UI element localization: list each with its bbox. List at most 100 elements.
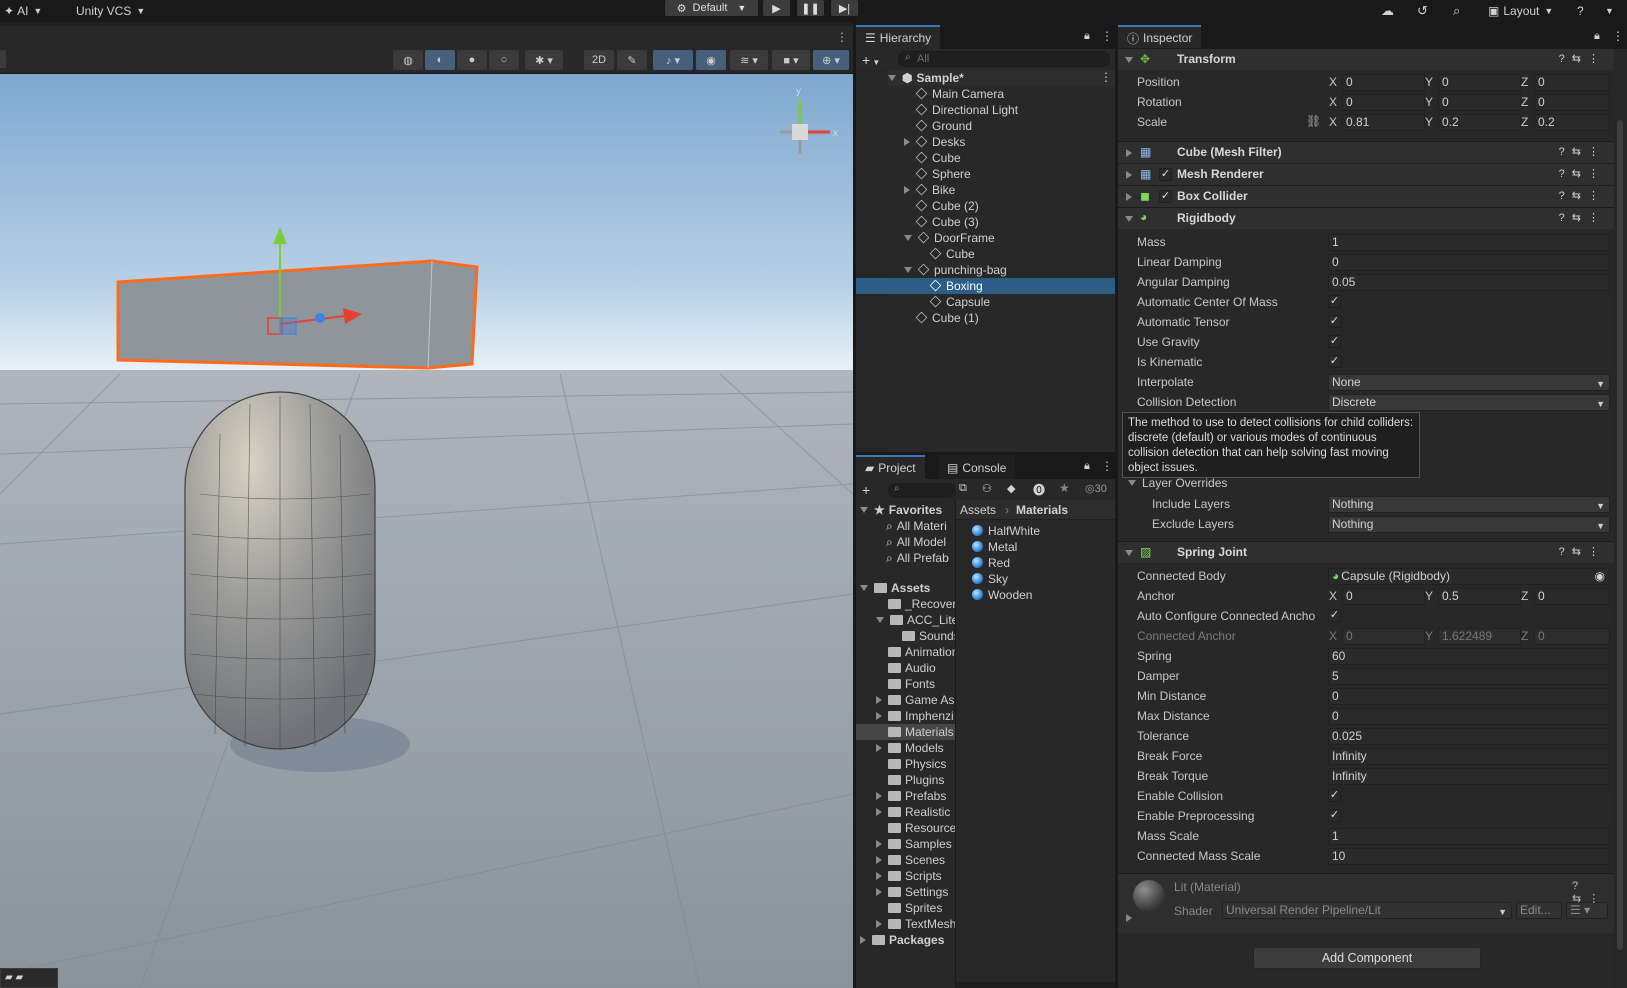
anchor-x-field[interactable]: 0 (1342, 588, 1425, 605)
folder-item[interactable]: Plugins (888, 772, 955, 788)
more-options-icon[interactable]: ⋮ (836, 30, 848, 44)
folder-item-selected[interactable]: Materials (856, 724, 955, 740)
component-menu-icons[interactable]: ?⇆⋮ (1559, 52, 1606, 65)
tab-console[interactable]: ▤ Console (938, 455, 1016, 479)
material-item[interactable]: Sky (972, 571, 1008, 587)
object-picker-icon[interactable]: ◉ (1595, 569, 1605, 584)
fold-closed-icon[interactable] (1126, 914, 1132, 922)
component-menu-icons[interactable]: ?⇆⋮ (1559, 545, 1606, 558)
component-menu-icons[interactable]: ?⇆⋮ (1559, 189, 1606, 202)
hierarchy-item[interactable]: punching-bag (904, 262, 1007, 278)
component-enabled-checkbox[interactable]: ✓ (1159, 168, 1172, 181)
hierarchy-item[interactable]: Cube (2) (915, 198, 979, 214)
hierarchy-item[interactable]: Bike (904, 182, 955, 198)
pause-button[interactable]: ❚❚ (797, 0, 824, 16)
auto-tensor-checkbox[interactable]: ✓ (1328, 315, 1341, 328)
ai-menu[interactable]: ✦ AI ▼ (4, 0, 42, 22)
folder-item[interactable]: Scenes (876, 852, 955, 868)
folder-item[interactable]: Sprites (888, 900, 955, 916)
assets-root[interactable]: Assets (860, 580, 930, 596)
hierarchy-item[interactable]: Directional Light (915, 102, 1018, 118)
breadcrumb-materials[interactable]: Materials (1016, 503, 1068, 517)
position-x-field[interactable]: 0 (1342, 74, 1425, 91)
folder-item[interactable]: Scripts (876, 868, 955, 884)
folder-item[interactable]: TextMesh (876, 916, 955, 932)
component-menu-icons[interactable]: ?⇆⋮ (1559, 211, 1606, 224)
hierarchy-item[interactable]: Capsule (929, 294, 990, 310)
label-icon[interactable]: ◆ (1007, 482, 1015, 495)
fold-closed-icon[interactable] (876, 744, 882, 752)
lighting-toggle[interactable]: ✎ (617, 50, 647, 70)
spring-field[interactable]: 60 (1328, 648, 1610, 665)
component-menu-icons[interactable]: ?⇆⋮ (1572, 880, 1614, 905)
auto-configure-checkbox[interactable]: ✓ (1328, 609, 1341, 622)
visibility-toggle[interactable]: ◉ (696, 50, 726, 70)
camera-dropdown[interactable]: ■ ▾ (772, 50, 810, 70)
shaded-toggle[interactable]: ◐ (425, 50, 455, 70)
rotation-z-field[interactable]: 0 (1534, 94, 1610, 111)
shader-dropdown[interactable]: Universal Render Pipeline/Lit ▼ (1222, 902, 1512, 919)
add-component-button[interactable]: Add Component (1253, 947, 1481, 969)
more-options-icon[interactable]: ⋮ (1100, 70, 1112, 84)
fold-closed-icon[interactable] (876, 920, 882, 928)
component-enabled-checkbox[interactable]: ✓ (1159, 190, 1172, 203)
folder-item[interactable]: Prefabs (876, 788, 955, 804)
favorite-item[interactable]: ⌕ All Prefab (886, 550, 949, 566)
component-header-box-collider[interactable]: ◼ ✓ Box Collider ?⇆⋮ (1118, 185, 1614, 207)
material-item[interactable]: Metal (972, 539, 1017, 555)
scene-root[interactable]: ⬢ Sample* (888, 70, 1115, 86)
hierarchy-search-input[interactable]: ⌕ All (898, 51, 1110, 67)
component-header-transform[interactable]: ✥ Transform ?⇆⋮ (1118, 48, 1614, 70)
hierarchy-item[interactable]: Cube (929, 246, 975, 262)
mass-scale-field[interactable]: 1 (1328, 828, 1610, 845)
lock-icon[interactable]: 🔒︎ (1084, 460, 1090, 473)
folder-item[interactable]: Fonts (888, 676, 955, 692)
fold-closed-icon[interactable] (876, 696, 882, 704)
fold-closed-icon[interactable] (876, 888, 882, 896)
folder-item[interactable]: Game As (876, 692, 955, 708)
hierarchy-item[interactable]: Cube (3) (915, 214, 979, 230)
lock-icon[interactable]: 🔒︎ (1594, 30, 1600, 43)
audio-dropdown[interactable]: ♪ ▾ (653, 50, 693, 70)
folder-item[interactable]: _Recover (888, 596, 955, 612)
star-icon[interactable]: ★ (1059, 481, 1070, 495)
breadcrumb-assets[interactable]: Assets (960, 503, 996, 517)
layer-overrides-header[interactable]: Layer Overrides (1128, 476, 1227, 490)
fold-closed-icon[interactable] (876, 872, 882, 880)
fold-open-icon[interactable] (904, 267, 912, 273)
folder-item[interactable]: Samples (876, 836, 955, 852)
folder-item[interactable]: Audio (888, 660, 955, 676)
build-profile-dropdown[interactable]: ⚙ Default ▼ (665, 0, 758, 16)
layout-dropdown[interactable]: ▣ Layout ▼ (1488, 0, 1553, 22)
use-gravity-checkbox[interactable]: ✓ (1328, 335, 1341, 348)
fold-open-icon[interactable] (904, 235, 912, 241)
folder-item[interactable]: ACC_Lite (876, 612, 955, 628)
auto-center-of-mass-checkbox[interactable]: ✓ (1328, 295, 1341, 308)
project-create-button[interactable]: + (862, 482, 870, 498)
layers-dropdown[interactable]: ≋ ▾ (730, 50, 768, 70)
component-menu-icons[interactable]: ?⇆⋮ (1559, 167, 1606, 180)
component-header-mesh-renderer[interactable]: ▦ ✓ Mesh Renderer ?⇆⋮ (1118, 163, 1614, 185)
collision-detection-dropdown[interactable]: Discrete ▼ (1328, 394, 1610, 411)
fold-closed-icon[interactable] (904, 138, 910, 146)
more-options-icon[interactable]: ⋮ (1101, 459, 1113, 473)
position-z-field[interactable]: 0 (1534, 74, 1610, 91)
rotation-y-field[interactable]: 0 (1438, 94, 1521, 111)
folder-item[interactable]: Animation (888, 644, 955, 660)
fold-open-icon[interactable] (876, 617, 884, 623)
anchor-z-field[interactable]: 0 (1534, 588, 1610, 605)
connected-body-field[interactable]: ◕ Capsule (Rigidbody) ◉ (1328, 568, 1610, 585)
fold-closed-icon[interactable] (876, 856, 882, 864)
fold-closed-icon[interactable] (876, 792, 882, 800)
help-icon[interactable]: ? (1577, 0, 1584, 22)
material-item[interactable]: Wooden (972, 587, 1032, 603)
hierarchy-item[interactable]: Ground (915, 118, 972, 134)
folder-item[interactable]: Resource (888, 820, 955, 836)
hierarchy-item[interactable]: DoorFrame (904, 230, 995, 246)
connected-mass-scale-field[interactable]: 10 (1328, 848, 1610, 865)
scale-z-field[interactable]: 0.2 (1534, 114, 1610, 131)
damper-field[interactable]: 5 (1328, 668, 1610, 685)
anchor-y-field[interactable]: 0.5 (1438, 588, 1521, 605)
project-search-input[interactable]: ⌕ (888, 483, 956, 498)
interpolate-dropdown[interactable]: None ▼ (1328, 374, 1610, 391)
